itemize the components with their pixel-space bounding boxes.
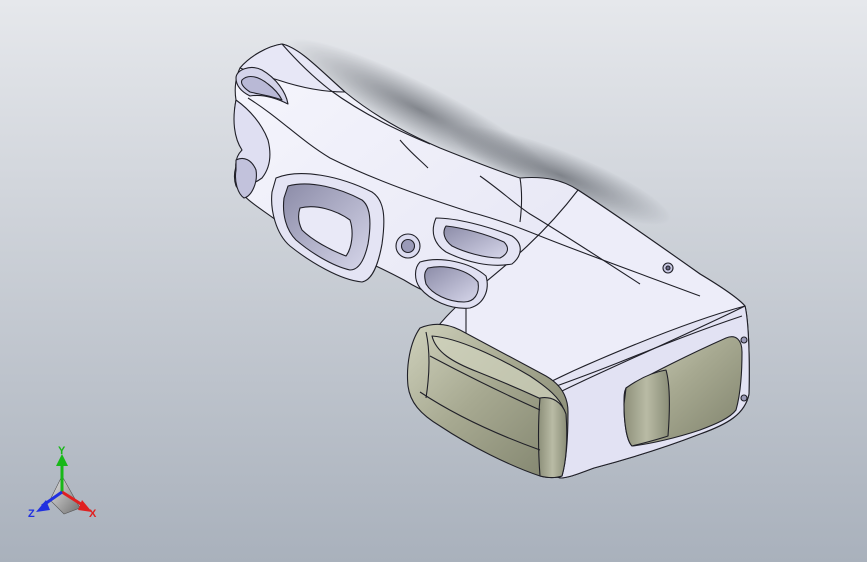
3d-model-canvas[interactable]: Y X Z — [0, 0, 867, 562]
end-screw-upper — [740, 336, 748, 344]
cad-viewport[interactable]: Y X Z — [0, 0, 867, 562]
screw-hole — [400, 238, 416, 254]
front-cap-front — [537, 397, 568, 479]
y-axis-label: Y — [58, 445, 66, 457]
end-screw-lower — [740, 394, 748, 402]
z-axis-label: Z — [28, 508, 35, 520]
top-screw-hole — [665, 265, 671, 271]
x-axis-label: X — [89, 508, 97, 520]
